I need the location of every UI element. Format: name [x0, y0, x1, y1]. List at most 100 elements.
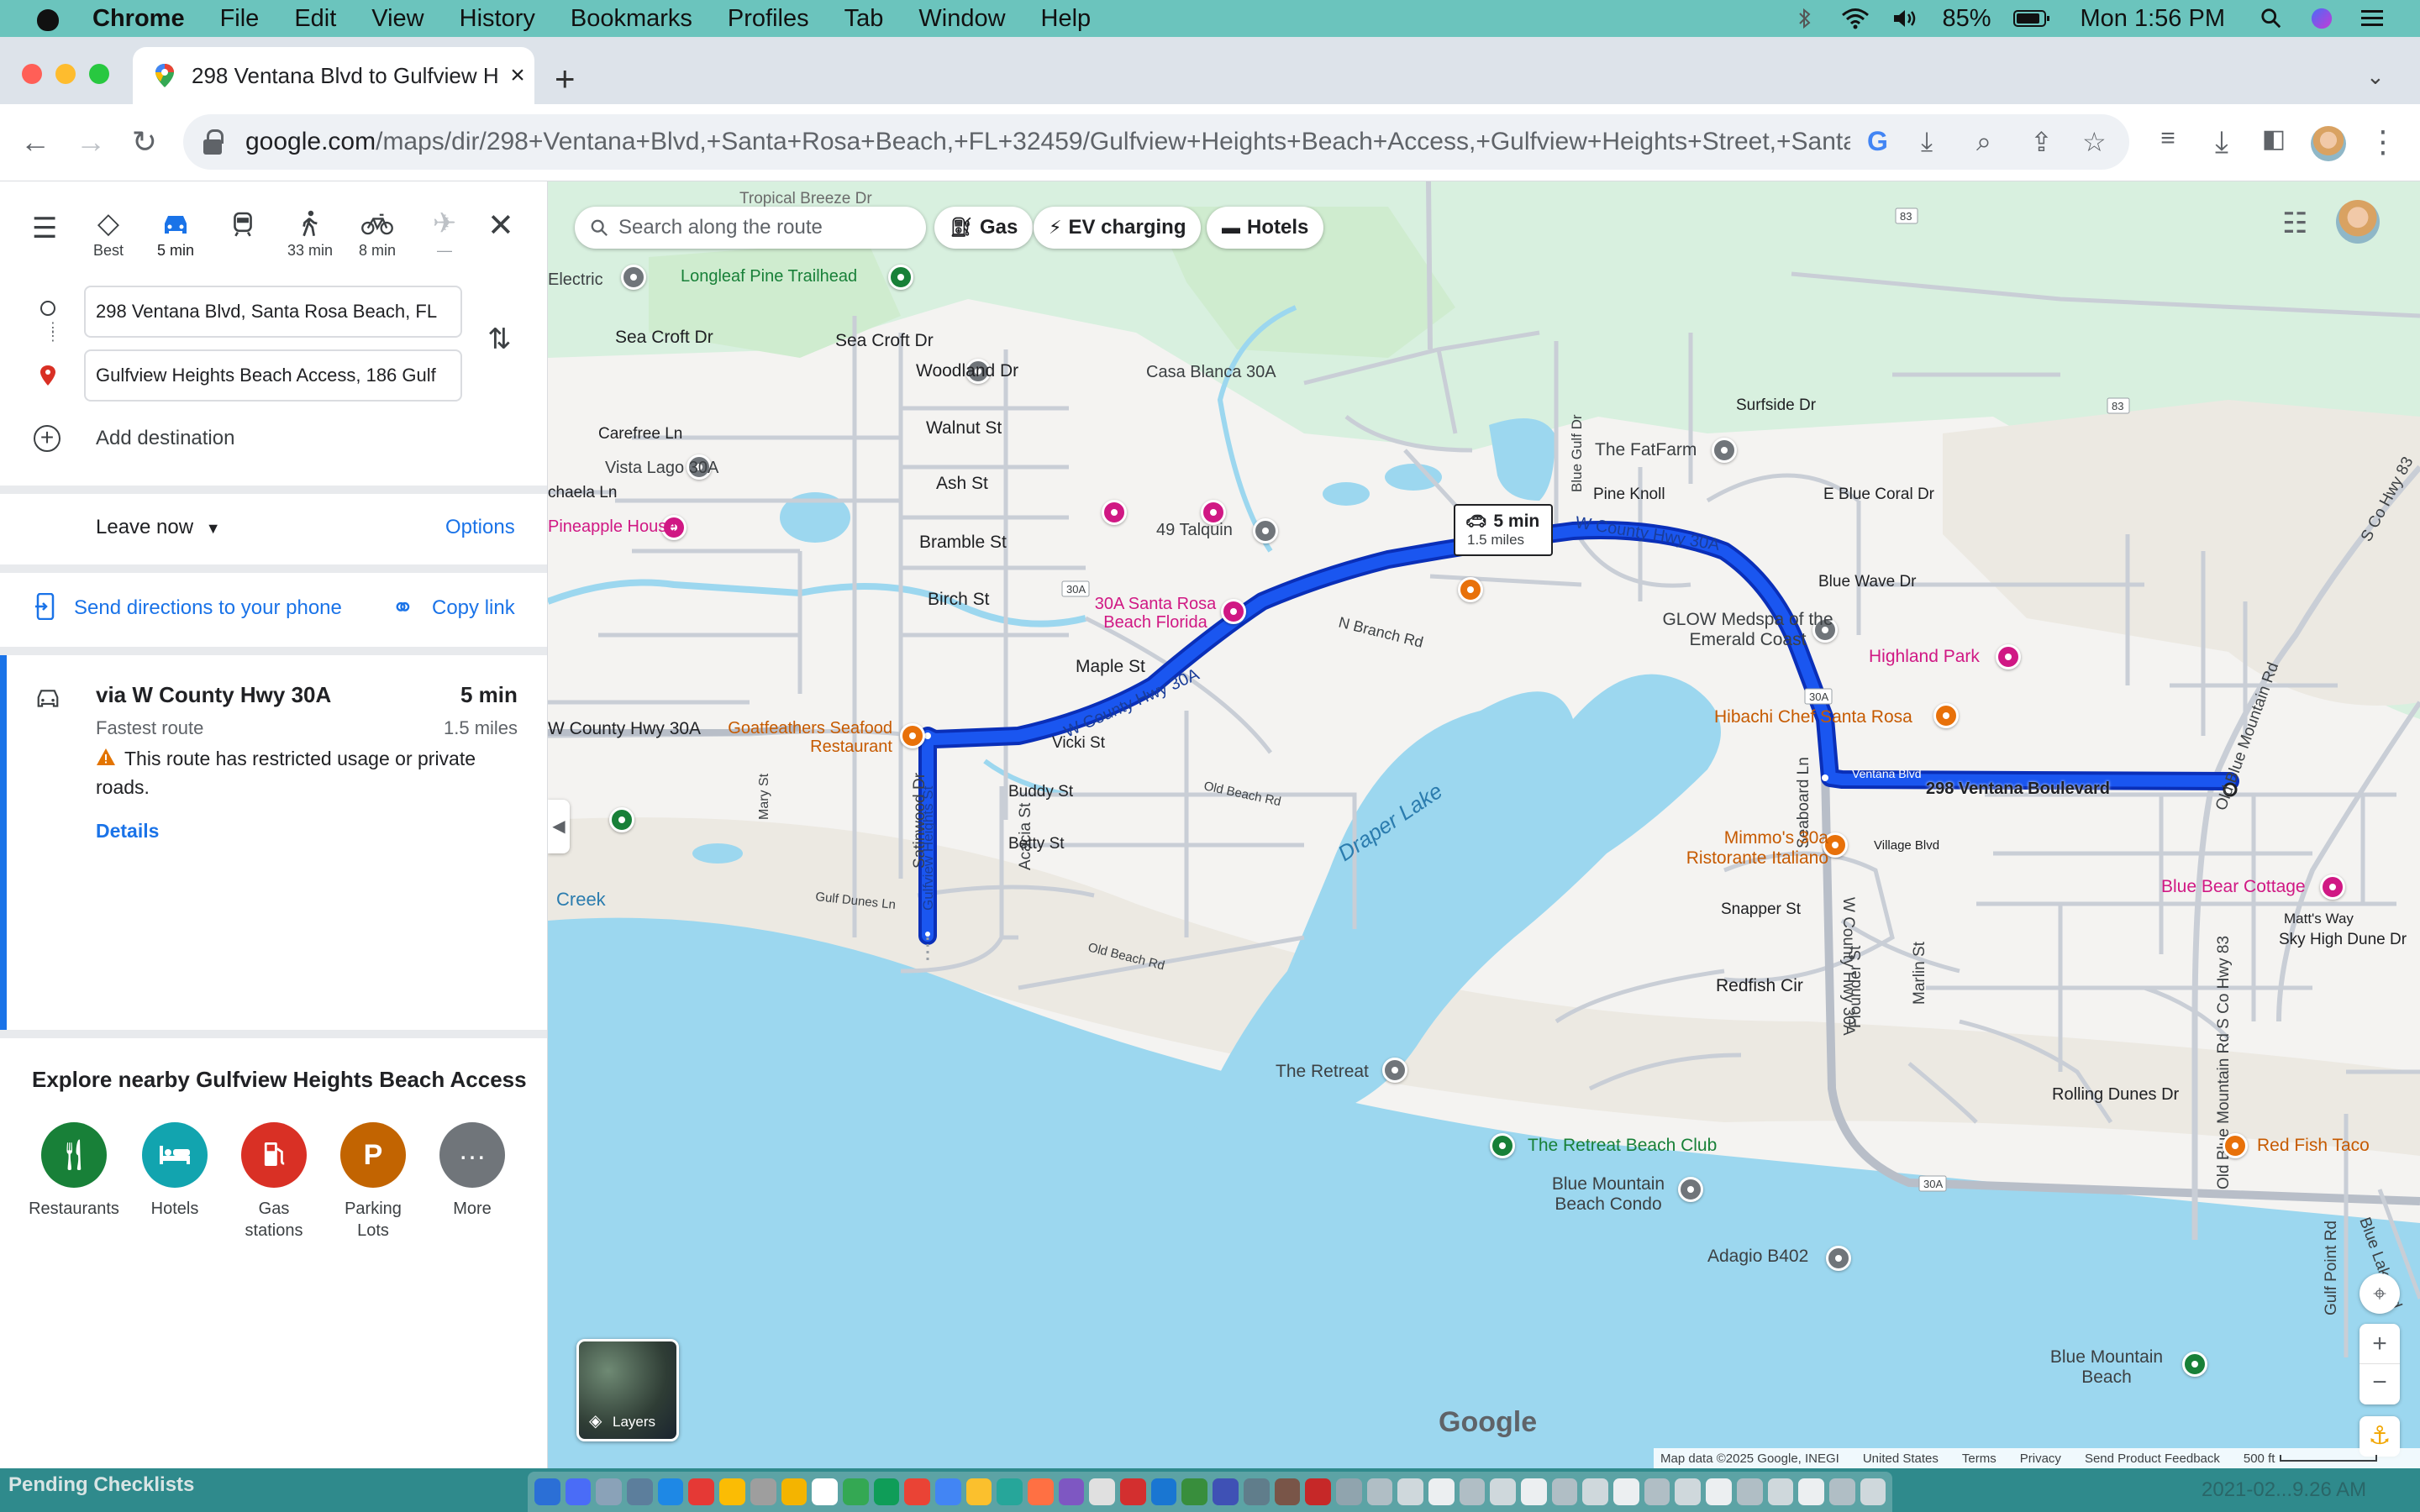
dock-app-icon[interactable]	[1120, 1478, 1146, 1505]
dock-app-icon[interactable]	[657, 1478, 684, 1505]
menu-help[interactable]: Help	[1041, 5, 1092, 33]
place-label[interactable]: Hibachi Chef Santa Rosa	[1714, 707, 1912, 727]
menu-edit[interactable]: Edit	[294, 5, 336, 33]
downloads-icon[interactable]: ⤓	[2203, 124, 2240, 160]
dock-app-icon[interactable]	[934, 1478, 961, 1505]
privacy-link[interactable]: Privacy	[2020, 1452, 2061, 1466]
spotlight-search-icon[interactable]	[2257, 8, 2286, 29]
explore-gas-stations-button[interactable]: Gas stations	[218, 1122, 329, 1242]
place-label[interactable]: 49 Talquin	[1156, 521, 1233, 540]
dock-app-icon[interactable]	[1181, 1478, 1208, 1505]
travel-mode-transit[interactable]	[213, 205, 272, 242]
side-panel-icon[interactable]: ◧	[2255, 124, 2292, 154]
park-pin-icon[interactable]	[2182, 1352, 2207, 1377]
route-time-bubble[interactable]: 🚗︎ 5 min 1.5 miles	[1454, 504, 1553, 556]
bookmark-star-icon[interactable]: ☆	[2082, 126, 2107, 158]
search-along-route-input[interactable]: Search along the route	[575, 207, 926, 249]
google-lens-icon[interactable]: G	[1867, 126, 1888, 157]
place-label-blue-mountain-beach[interactable]: Blue Mountain Beach	[2044, 1347, 2170, 1388]
chip-gas[interactable]: ⛽︎ Gas	[934, 207, 1034, 249]
dock-app-icon[interactable]	[1335, 1478, 1362, 1505]
dock-app-icon[interactable]	[1798, 1478, 1824, 1505]
forward-arrow-icon[interactable]: →	[72, 124, 109, 160]
dock-app-icon[interactable]	[1058, 1478, 1085, 1505]
place-label[interactable]: The FatFarm	[1595, 440, 1697, 460]
menu-file[interactable]: File	[220, 5, 260, 33]
tab-search-chevron-icon[interactable]: ⌄	[2366, 64, 2385, 90]
place-label[interactable]: Longleaf Pine Trailhead	[681, 267, 857, 286]
address-bar-url[interactable]: google.com/maps/dir/298+Ventana+Blvd,+Sa…	[245, 128, 1850, 156]
poi-pin-icon[interactable]	[1382, 1058, 1407, 1083]
install-app-icon[interactable]: ⤓	[1921, 126, 1933, 158]
dock-app-icon[interactable]	[1644, 1478, 1670, 1505]
travel-mode-best[interactable]: ◇ Best	[79, 205, 138, 260]
restaurant-pin-icon[interactable]	[1458, 577, 1483, 602]
dock-app-icon[interactable]	[1150, 1478, 1177, 1505]
window-close-button[interactable]	[22, 64, 42, 84]
trailhead-pin-icon[interactable]	[888, 265, 913, 290]
site-info-lock-icon[interactable]	[202, 129, 224, 155]
scale-bar[interactable]: 500 ft	[2244, 1452, 2378, 1466]
menu-history[interactable]: History	[460, 5, 535, 33]
park-pin-icon[interactable]	[609, 807, 634, 832]
new-tab-button[interactable]: +	[555, 59, 576, 99]
my-location-button[interactable]: ⌖	[2360, 1273, 2400, 1314]
route-options-button[interactable]: Options	[445, 516, 515, 539]
route-details-link[interactable]: Details	[96, 820, 159, 843]
chrome-menu-icon[interactable]: ⋮	[2365, 124, 2402, 160]
reload-icon[interactable]: ↻	[126, 124, 163, 160]
bluetooth-icon[interactable]	[1791, 8, 1819, 29]
dock-app-icon[interactable]	[719, 1478, 745, 1505]
menu-tab[interactable]: Tab	[844, 5, 884, 33]
dock-app-icon[interactable]	[1828, 1478, 1855, 1505]
dock-app-icon[interactable]	[1613, 1478, 1639, 1505]
dock-app-icon[interactable]	[534, 1478, 560, 1505]
dock-app-icon[interactable]	[688, 1478, 715, 1505]
map-base[interactable]: 30A 30A 30A 83 83 Satinwood Dr Acacia St…	[548, 181, 2420, 1468]
poi-pin-icon[interactable]	[1712, 438, 1737, 463]
place-label[interactable]: Vista Lago 30A	[605, 459, 718, 478]
add-destination-link[interactable]: Add destination	[96, 427, 234, 450]
reading-list-icon[interactable]: ≡	[2149, 124, 2186, 153]
send-feedback-link[interactable]: Send Product Feedback	[2085, 1452, 2220, 1466]
dock-app-icon[interactable]	[1366, 1478, 1393, 1505]
dock-app-icon[interactable]	[904, 1478, 930, 1505]
window-minimize-button[interactable]	[55, 64, 76, 84]
dock-app-icon[interactable]	[997, 1478, 1023, 1505]
dock-app-icon[interactable]	[1521, 1478, 1547, 1505]
dock-app-icon[interactable]	[565, 1478, 592, 1505]
travel-mode-cycling[interactable]: 8 min	[348, 205, 407, 260]
zoom-in-button[interactable]: +	[2360, 1324, 2400, 1364]
poi-pin-icon[interactable]	[1253, 518, 1278, 543]
place-label[interactable]: Blue Bear Cottage	[2161, 877, 2306, 897]
place-label[interactable]: The Retreat	[1276, 1062, 1369, 1082]
place-label-mimmos[interactable]: Mimmo's 30a Ristorante Italiano	[1655, 828, 1828, 869]
place-label-goatfeathers[interactable]: Goatfeathers Seafood Restaurant	[724, 719, 892, 756]
place-label[interactable]: The Retreat Beach Club	[1528, 1136, 1717, 1156]
share-icon[interactable]: ⇪	[2030, 126, 2053, 158]
hotel-pin-icon[interactable]	[1996, 644, 2021, 669]
control-center-icon[interactable]	[2358, 8, 2386, 29]
copy-link-button[interactable]: Copy link	[432, 596, 515, 620]
explore-parking-lots-button[interactable]: P Parking Lots	[318, 1122, 429, 1242]
add-destination-plus-icon[interactable]: +	[34, 425, 60, 452]
place-label[interactable]: Pineapple House	[548, 517, 676, 537]
travel-mode-walking[interactable]: 33 min	[281, 205, 339, 260]
menu-app-chrome[interactable]: Chrome	[92, 5, 185, 33]
dock-app-icon[interactable]	[781, 1478, 808, 1505]
send-directions-to-phone-link[interactable]: Send directions to your phone	[74, 596, 342, 620]
place-label-blue-mountain-condo[interactable]: Blue Mountain Beach Condo	[1534, 1174, 1682, 1215]
back-arrow-icon[interactable]: ←	[17, 124, 54, 160]
dock-app-icon[interactable]	[1213, 1478, 1239, 1505]
destination-input[interactable]: Gulfview Heights Beach Access, 186 Gulf	[84, 349, 462, 402]
close-directions-icon[interactable]: ✕	[487, 207, 514, 244]
dock-app-icon[interactable]	[1675, 1478, 1702, 1505]
leave-now-dropdown[interactable]: Leave now ▼	[96, 516, 221, 539]
window-zoom-button[interactable]	[89, 64, 109, 84]
explore-more-button[interactable]: … More	[417, 1122, 528, 1220]
region-link[interactable]: United States	[1863, 1452, 1939, 1466]
dock-app-icon[interactable]	[750, 1478, 776, 1505]
dock-app-icon[interactable]	[1089, 1478, 1116, 1505]
dock-app-icon[interactable]	[596, 1478, 623, 1505]
poi-pin-icon[interactable]	[621, 265, 646, 290]
